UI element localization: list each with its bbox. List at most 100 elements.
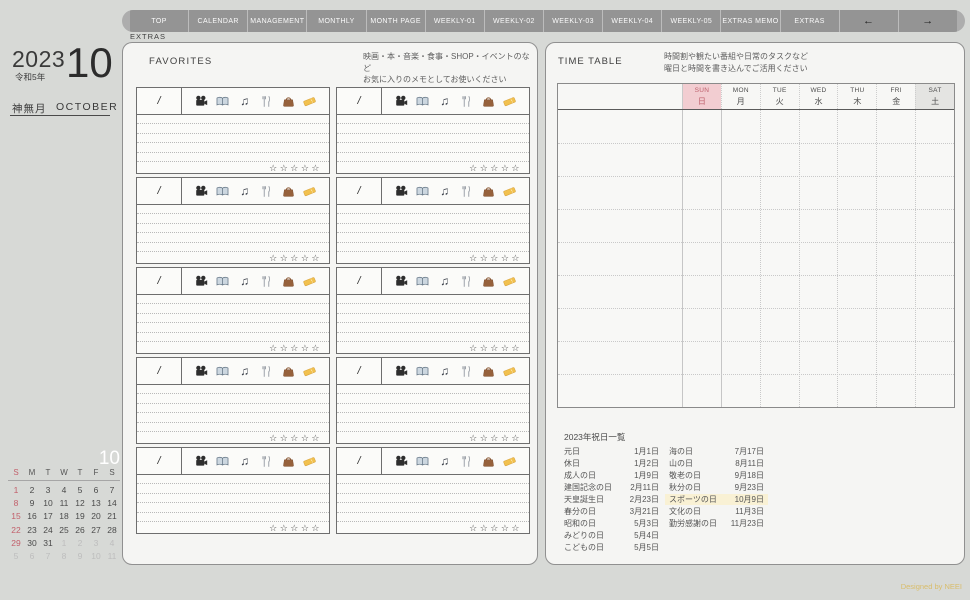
mini-cal-date[interactable]: 23 — [24, 524, 40, 537]
prev-page-arrow[interactable]: ← — [839, 10, 898, 32]
favorite-date-cell[interactable]: / — [137, 88, 182, 114]
handbag-icon — [482, 185, 495, 198]
mini-cal-date[interactable]: 8 — [8, 497, 24, 510]
mini-cal-date[interactable]: 25 — [56, 524, 72, 537]
mini-cal-date[interactable]: 6 — [88, 484, 104, 497]
nav-tab-weekly-01[interactable]: WEEKLY-01 — [425, 10, 484, 32]
favorite-date-cell[interactable]: / — [137, 268, 182, 294]
timetable-body[interactable] — [558, 110, 954, 407]
favorite-rating-stars[interactable]: ☆☆☆☆☆ — [269, 523, 322, 534]
mini-cal-date[interactable]: 20 — [88, 510, 104, 523]
mini-cal-date[interactable]: 5 — [72, 484, 88, 497]
mini-cal-date[interactable]: 28 — [104, 524, 120, 537]
nav-tab-monthly[interactable]: MONTHLY — [306, 10, 365, 32]
holiday-row: 秋分の日9月23日 — [669, 482, 764, 494]
ruled-line — [337, 494, 529, 503]
holiday-name: 山の日 — [669, 458, 693, 469]
mini-cal-date[interactable]: 15 — [8, 510, 24, 523]
favorite-date-cell[interactable]: / — [337, 358, 382, 384]
favorite-rating-stars[interactable]: ☆☆☆☆☆ — [469, 163, 522, 174]
next-page-arrow[interactable]: → — [898, 10, 957, 32]
mini-cal-date[interactable]: 29 — [8, 537, 24, 550]
mini-cal-date[interactable]: 7 — [104, 484, 120, 497]
mini-cal-date[interactable]: 18 — [56, 510, 72, 523]
nav-tab-top[interactable]: TOP — [130, 10, 188, 32]
favorite-rating-stars[interactable]: ☆☆☆☆☆ — [469, 523, 522, 534]
mini-cal-date[interactable]: 2 — [24, 484, 40, 497]
movie-camera-icon — [395, 95, 408, 108]
mini-cal-date[interactable]: 22 — [8, 524, 24, 537]
favorite-date-cell[interactable]: / — [337, 178, 382, 204]
favorite-note-area[interactable] — [137, 115, 329, 162]
favorite-card[interactable]: /♫☆☆☆☆☆ — [136, 357, 330, 444]
nav-tab-weekly-04[interactable]: WEEKLY-04 — [602, 10, 661, 32]
favorite-note-area[interactable] — [337, 385, 529, 432]
holiday-date: 7月17日 — [735, 446, 764, 457]
mini-cal-date[interactable]: 1 — [8, 484, 24, 497]
mini-cal-date[interactable]: 14 — [104, 497, 120, 510]
mini-cal-date[interactable]: 10 — [40, 497, 56, 510]
favorite-note-area[interactable] — [137, 205, 329, 252]
mini-cal-date[interactable]: 3 — [40, 484, 56, 497]
favorite-date-cell[interactable]: / — [137, 448, 182, 474]
mini-cal-date[interactable]: 26 — [72, 524, 88, 537]
mini-cal-date[interactable]: 9 — [24, 497, 40, 510]
mini-cal-day-header: M — [24, 468, 40, 477]
favorite-rating-stars[interactable]: ☆☆☆☆☆ — [269, 163, 322, 174]
nav-tab-month-page[interactable]: MONTH PAGE — [366, 10, 425, 32]
favorite-card[interactable]: /♫☆☆☆☆☆ — [336, 357, 530, 444]
holiday-name: 秋分の日 — [669, 482, 701, 493]
ruled-line — [337, 304, 529, 313]
favorite-date-cell[interactable]: / — [137, 178, 182, 204]
favorite-card-footer: ☆☆☆☆☆ — [337, 342, 529, 355]
mini-cal-date[interactable]: 13 — [88, 497, 104, 510]
favorite-date-cell[interactable]: / — [137, 358, 182, 384]
favorite-rating-stars[interactable]: ☆☆☆☆☆ — [269, 253, 322, 264]
favorite-note-area[interactable] — [137, 475, 329, 522]
favorite-card[interactable]: /♫☆☆☆☆☆ — [336, 87, 530, 174]
favorite-card[interactable]: /♫☆☆☆☆☆ — [136, 177, 330, 264]
nav-tab-weekly-02[interactable]: WEEKLY-02 — [484, 10, 543, 32]
mini-cal-date[interactable]: 17 — [40, 510, 56, 523]
mini-cal-date[interactable]: 11 — [56, 497, 72, 510]
favorite-note-area[interactable] — [137, 295, 329, 342]
mini-cal-date[interactable]: 27 — [88, 524, 104, 537]
favorite-date-cell[interactable]: / — [337, 448, 382, 474]
favorite-date-cell[interactable]: / — [337, 268, 382, 294]
favorite-card[interactable]: /♫☆☆☆☆☆ — [336, 177, 530, 264]
mini-cal-date[interactable]: 16 — [24, 510, 40, 523]
mini-cal-date[interactable]: 12 — [72, 497, 88, 510]
mini-cal-date[interactable]: 30 — [24, 537, 40, 550]
ruled-line — [337, 205, 529, 214]
favorite-card[interactable]: /♫☆☆☆☆☆ — [136, 267, 330, 354]
favorite-note-area[interactable] — [337, 115, 529, 162]
favorite-card[interactable]: /♫☆☆☆☆☆ — [136, 447, 330, 534]
favorite-note-area[interactable] — [337, 205, 529, 252]
favorite-note-area[interactable] — [337, 475, 529, 522]
favorite-date-cell[interactable]: / — [337, 88, 382, 114]
favorite-card-footer: ☆☆☆☆☆ — [337, 252, 529, 265]
favorite-card[interactable]: /♫☆☆☆☆☆ — [336, 267, 530, 354]
nav-tab-extras-memo[interactable]: EXTRAS MEMO — [720, 10, 779, 32]
mini-cal-date[interactable]: 19 — [72, 510, 88, 523]
nav-tab-weekly-03[interactable]: WEEKLY-03 — [543, 10, 602, 32]
mini-cal-date[interactable]: 21 — [104, 510, 120, 523]
timetable-note: 時間割や観たい番組や日常のタスクなど 曜日と時間を書き込んでご活用ください — [664, 51, 808, 74]
mini-cal-date[interactable]: 24 — [40, 524, 56, 537]
mini-cal-date[interactable]: 31 — [40, 537, 56, 550]
mini-cal-date[interactable]: 4 — [56, 484, 72, 497]
favorites-title: FAVORITES — [149, 56, 212, 67]
favorite-note-area[interactable] — [137, 385, 329, 432]
favorite-note-area[interactable] — [337, 295, 529, 342]
favorite-rating-stars[interactable]: ☆☆☆☆☆ — [469, 253, 522, 264]
favorite-rating-stars[interactable]: ☆☆☆☆☆ — [469, 433, 522, 444]
nav-tab-weekly-05[interactable]: WEEKLY-05 — [661, 10, 720, 32]
favorite-rating-stars[interactable]: ☆☆☆☆☆ — [269, 343, 322, 354]
nav-tab-extras[interactable]: EXTRAS — [780, 10, 839, 32]
favorite-rating-stars[interactable]: ☆☆☆☆☆ — [269, 433, 322, 444]
favorite-rating-stars[interactable]: ☆☆☆☆☆ — [469, 343, 522, 354]
nav-tab-calendar[interactable]: CALENDAR — [188, 10, 247, 32]
favorite-card[interactable]: /♫☆☆☆☆☆ — [336, 447, 530, 534]
nav-tab-management[interactable]: MANAGEMENT — [247, 10, 306, 32]
favorite-card[interactable]: /♫☆☆☆☆☆ — [136, 87, 330, 174]
